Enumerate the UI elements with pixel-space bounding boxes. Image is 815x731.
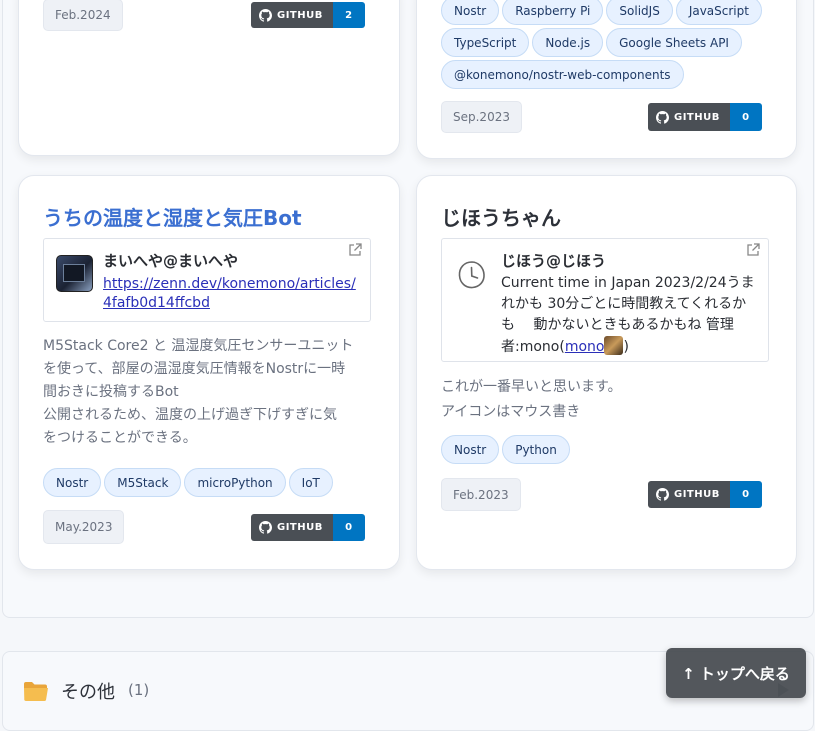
project-card-top-right: Nostr Raspberry Pi SolidJS JavaScript Ty…	[416, 0, 797, 159]
embed-content: Current time in Japan 2023/2/24うま れかも 30…	[501, 275, 755, 355]
github-icon	[656, 488, 669, 501]
tag[interactable]: JavaScript	[675, 0, 762, 25]
github-icon	[656, 110, 669, 124]
card-title: じほうちゃん	[441, 206, 561, 230]
back-to-top-button[interactable]: ↑ トップへ戻る	[666, 648, 806, 698]
tag[interactable]: Nostr	[441, 435, 500, 464]
avatar	[56, 255, 93, 292]
tag[interactable]: @konemono/nostr-web-components	[441, 60, 684, 89]
tag[interactable]: Nostr	[441, 0, 500, 25]
nostr-embed[interactable]: まいへや@まいへや https://zenn.dev/konemono/arti…	[43, 238, 371, 322]
project-card-bottom-right: じほうちゃん じほう@じほう Current time in Japan 202…	[416, 175, 797, 570]
github-count: 0	[729, 481, 762, 508]
tag[interactable]: Google Sheets API	[606, 28, 742, 57]
github-label: GITHUB	[674, 489, 720, 500]
tag[interactable]: microPython	[184, 468, 286, 497]
date-badge: Feb.2023	[441, 478, 521, 511]
card-title[interactable]: うちの温度と湿度と気圧Bot	[43, 202, 302, 231]
github-count: 0	[729, 103, 762, 131]
github-count: 2	[332, 2, 365, 28]
project-card-top-left: Feb.2024 GITHUB 2	[18, 0, 400, 156]
tag-list: Nostr Python	[441, 435, 570, 464]
emoji-avatar	[604, 336, 624, 355]
embed-author: じほう@じほう	[501, 252, 607, 270]
mention-link[interactable]: mono	[565, 339, 605, 355]
github-label: GITHUB	[674, 111, 720, 123]
tag[interactable]: M5Stack	[104, 468, 182, 497]
tag[interactable]: TypeScript	[441, 28, 530, 57]
github-icon	[259, 8, 272, 22]
embed-author: まいへや@まいへや	[103, 252, 239, 270]
folder-icon	[24, 682, 48, 701]
github-button[interactable]: GITHUB 2	[251, 2, 365, 28]
tag-list: Nostr M5Stack microPython IoT	[43, 468, 333, 497]
project-card-bottom-left: うちの温度と湿度と気圧Bot まいへや@まいへや https://zenn.de…	[18, 175, 400, 570]
github-button[interactable]: GITHUB 0	[648, 481, 762, 508]
github-icon	[259, 521, 272, 534]
github-button[interactable]: GITHUB 0	[251, 514, 365, 541]
embed-link[interactable]: https://zenn.dev/konemono/articles/ 4faf…	[103, 275, 356, 313]
date-badge: Sep.2023	[441, 101, 522, 133]
tag[interactable]: IoT	[288, 468, 333, 497]
external-link-icon[interactable]	[348, 243, 362, 257]
section-label: その他	[61, 682, 115, 703]
external-link-icon[interactable]	[746, 243, 760, 257]
nostr-embed[interactable]: じほう@じほう Current time in Japan 2023/2/24う…	[441, 238, 769, 362]
github-button[interactable]: GITHUB 0	[648, 103, 762, 131]
github-count: 0	[332, 514, 365, 541]
card-description: M5Stack Core2 と 温湿度気圧センサーユニット を使って、部屋の温湿…	[43, 338, 354, 446]
tag[interactable]: Node.js	[532, 28, 604, 57]
tag[interactable]: Python	[502, 435, 570, 464]
tag[interactable]: Nostr	[43, 468, 102, 497]
github-label: GITHUB	[277, 522, 323, 533]
tag[interactable]: Raspberry Pi	[502, 0, 604, 25]
section-count: (1)	[128, 681, 150, 699]
card-description: これが一番早いと思います。 アイコンはマウス書き	[441, 379, 622, 420]
github-label: GITHUB	[277, 9, 323, 21]
tag[interactable]: SolidJS	[606, 0, 673, 25]
tag-list: Nostr Raspberry Pi SolidJS JavaScript Ty…	[441, 0, 781, 89]
date-badge: Feb.2024	[43, 0, 123, 31]
clock-icon	[458, 261, 485, 289]
date-badge: May.2023	[43, 510, 125, 544]
